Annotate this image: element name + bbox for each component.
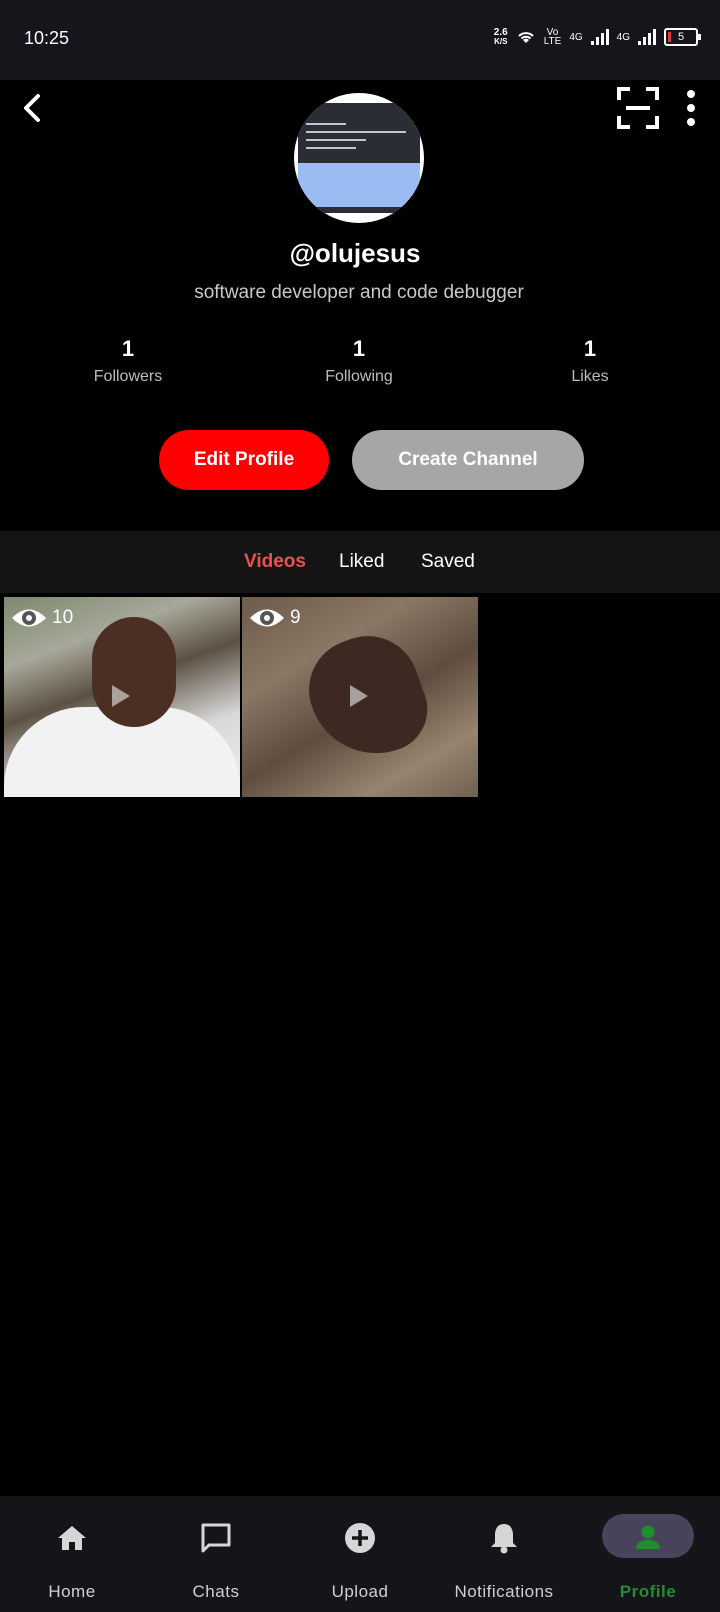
stat-followers[interactable]: 1 Followers (28, 336, 228, 386)
chat-icon (201, 1523, 231, 1553)
nav-label: Home (48, 1582, 96, 1601)
add-circle-icon (345, 1523, 375, 1553)
create-channel-button[interactable]: Create Channel (352, 430, 584, 490)
stat-following[interactable]: 1 Following (259, 336, 459, 386)
network-type-1: 4G (569, 31, 583, 43)
bell-icon (491, 1524, 517, 1554)
tab-saved[interactable]: Saved (421, 551, 475, 573)
content-tabs: Videos Liked Saved (0, 531, 720, 593)
volte-bottom: LTE (543, 36, 562, 47)
wifi-icon (518, 32, 534, 43)
view-count-value: 9 (290, 607, 301, 628)
stat-value: 1 (352, 336, 366, 361)
status-time: 10:25 (24, 28, 70, 48)
volte-indicator: Vo LTE (543, 28, 562, 47)
edit-profile-button[interactable]: Edit Profile (159, 430, 329, 490)
scan-icon[interactable] (616, 86, 660, 130)
eye-icon (250, 609, 284, 627)
nav-label: Upload (331, 1582, 389, 1601)
nav-home[interactable]: Home (0, 1496, 144, 1612)
view-count: 10 (10, 605, 73, 631)
network-type-2: 4G (616, 31, 630, 43)
play-icon (112, 685, 130, 707)
stat-value: 1 (121, 336, 135, 361)
nav-notifications[interactable]: Notifications (432, 1496, 576, 1612)
view-count-value: 10 (52, 607, 74, 628)
bottom-navigation: Home Chats Upload Notifications Profile (0, 1496, 720, 1612)
net-speed: 2.6 K/S (493, 27, 508, 47)
net-speed-value: 2.6 (493, 27, 508, 38)
person-icon (636, 1525, 660, 1549)
eye-icon (12, 609, 46, 627)
video-thumbnail[interactable]: 9 (242, 597, 478, 797)
stat-value: 1 (583, 336, 597, 361)
more-options-icon[interactable] (676, 86, 706, 130)
stat-label: Likes (571, 368, 609, 385)
video-thumbnail[interactable]: 10 (4, 597, 240, 797)
nav-chats[interactable]: Chats (144, 1496, 288, 1612)
back-arrow-icon[interactable] (14, 88, 54, 128)
play-icon (350, 685, 368, 707)
view-count: 9 (248, 605, 301, 631)
nav-upload[interactable]: Upload (288, 1496, 432, 1612)
nav-label: Chats (192, 1582, 240, 1601)
home-icon (58, 1526, 86, 1550)
battery-level: 5 (677, 31, 685, 43)
nav-label: Notifications (454, 1582, 554, 1601)
tab-liked[interactable]: Liked (339, 551, 384, 573)
profile-avatar[interactable] (294, 93, 424, 223)
nav-label: Profile (619, 1582, 677, 1601)
username: @olujesus (289, 238, 421, 268)
stat-likes[interactable]: 1 Likes (490, 336, 690, 386)
stat-label: Followers (93, 368, 163, 385)
nav-profile[interactable]: Profile (576, 1496, 720, 1612)
status-bar: 10:25 2.6 K/S Vo LTE 4G 4G 5 (0, 0, 720, 80)
net-speed-unit: K/S (494, 37, 508, 46)
signal-icon-1 (590, 29, 609, 45)
signal-icon-2 (638, 29, 656, 45)
battery-icon: 5 (664, 28, 701, 46)
avatar-highlight (298, 163, 420, 207)
stat-label: Following (325, 368, 393, 385)
bio: software developer and code debugger (194, 282, 524, 303)
tab-videos[interactable]: Videos (244, 551, 306, 573)
system-icons: 2.6 K/S Vo LTE 4G 4G 5 (493, 27, 701, 47)
